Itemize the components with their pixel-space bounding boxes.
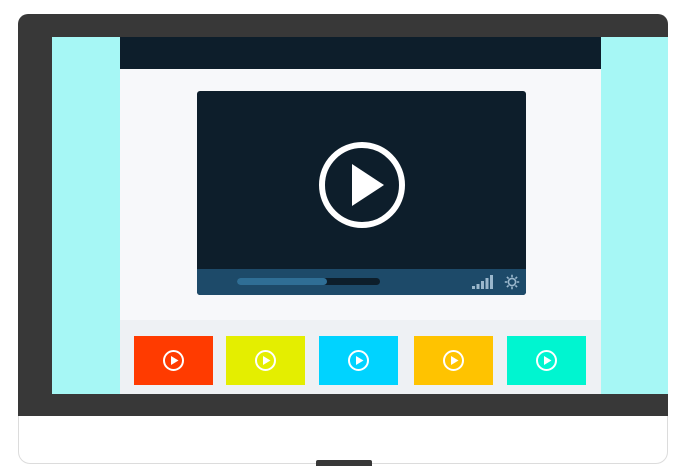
video-thumbnails	[120, 320, 601, 394]
monitor-stand-notch	[316, 460, 372, 466]
video-thumbnail-5[interactable]	[507, 336, 586, 385]
play-circle-icon	[319, 142, 405, 228]
progress-fill	[237, 278, 328, 285]
play-circle-icon	[443, 350, 464, 371]
top-navigation-bar	[120, 37, 601, 69]
video-thumbnail-2[interactable]	[226, 336, 305, 385]
play-circle-icon	[163, 350, 184, 371]
play-circle-icon	[255, 350, 276, 371]
signal-bars-icon[interactable]	[472, 275, 494, 289]
monitor-chin	[18, 416, 668, 464]
video-thumbnail-1[interactable]	[134, 336, 213, 385]
play-button[interactable]	[317, 140, 407, 230]
video-thumbnail-4[interactable]	[414, 336, 493, 385]
gear-icon[interactable]	[504, 274, 520, 290]
video-player[interactable]	[197, 91, 526, 295]
progress-bar[interactable]	[237, 278, 380, 285]
play-circle-icon	[348, 350, 369, 371]
video-page	[120, 37, 601, 394]
player-controls-bar	[197, 269, 526, 295]
play-circle-icon	[536, 350, 557, 371]
monitor-screen	[52, 37, 668, 394]
video-thumbnail-3[interactable]	[319, 336, 398, 385]
